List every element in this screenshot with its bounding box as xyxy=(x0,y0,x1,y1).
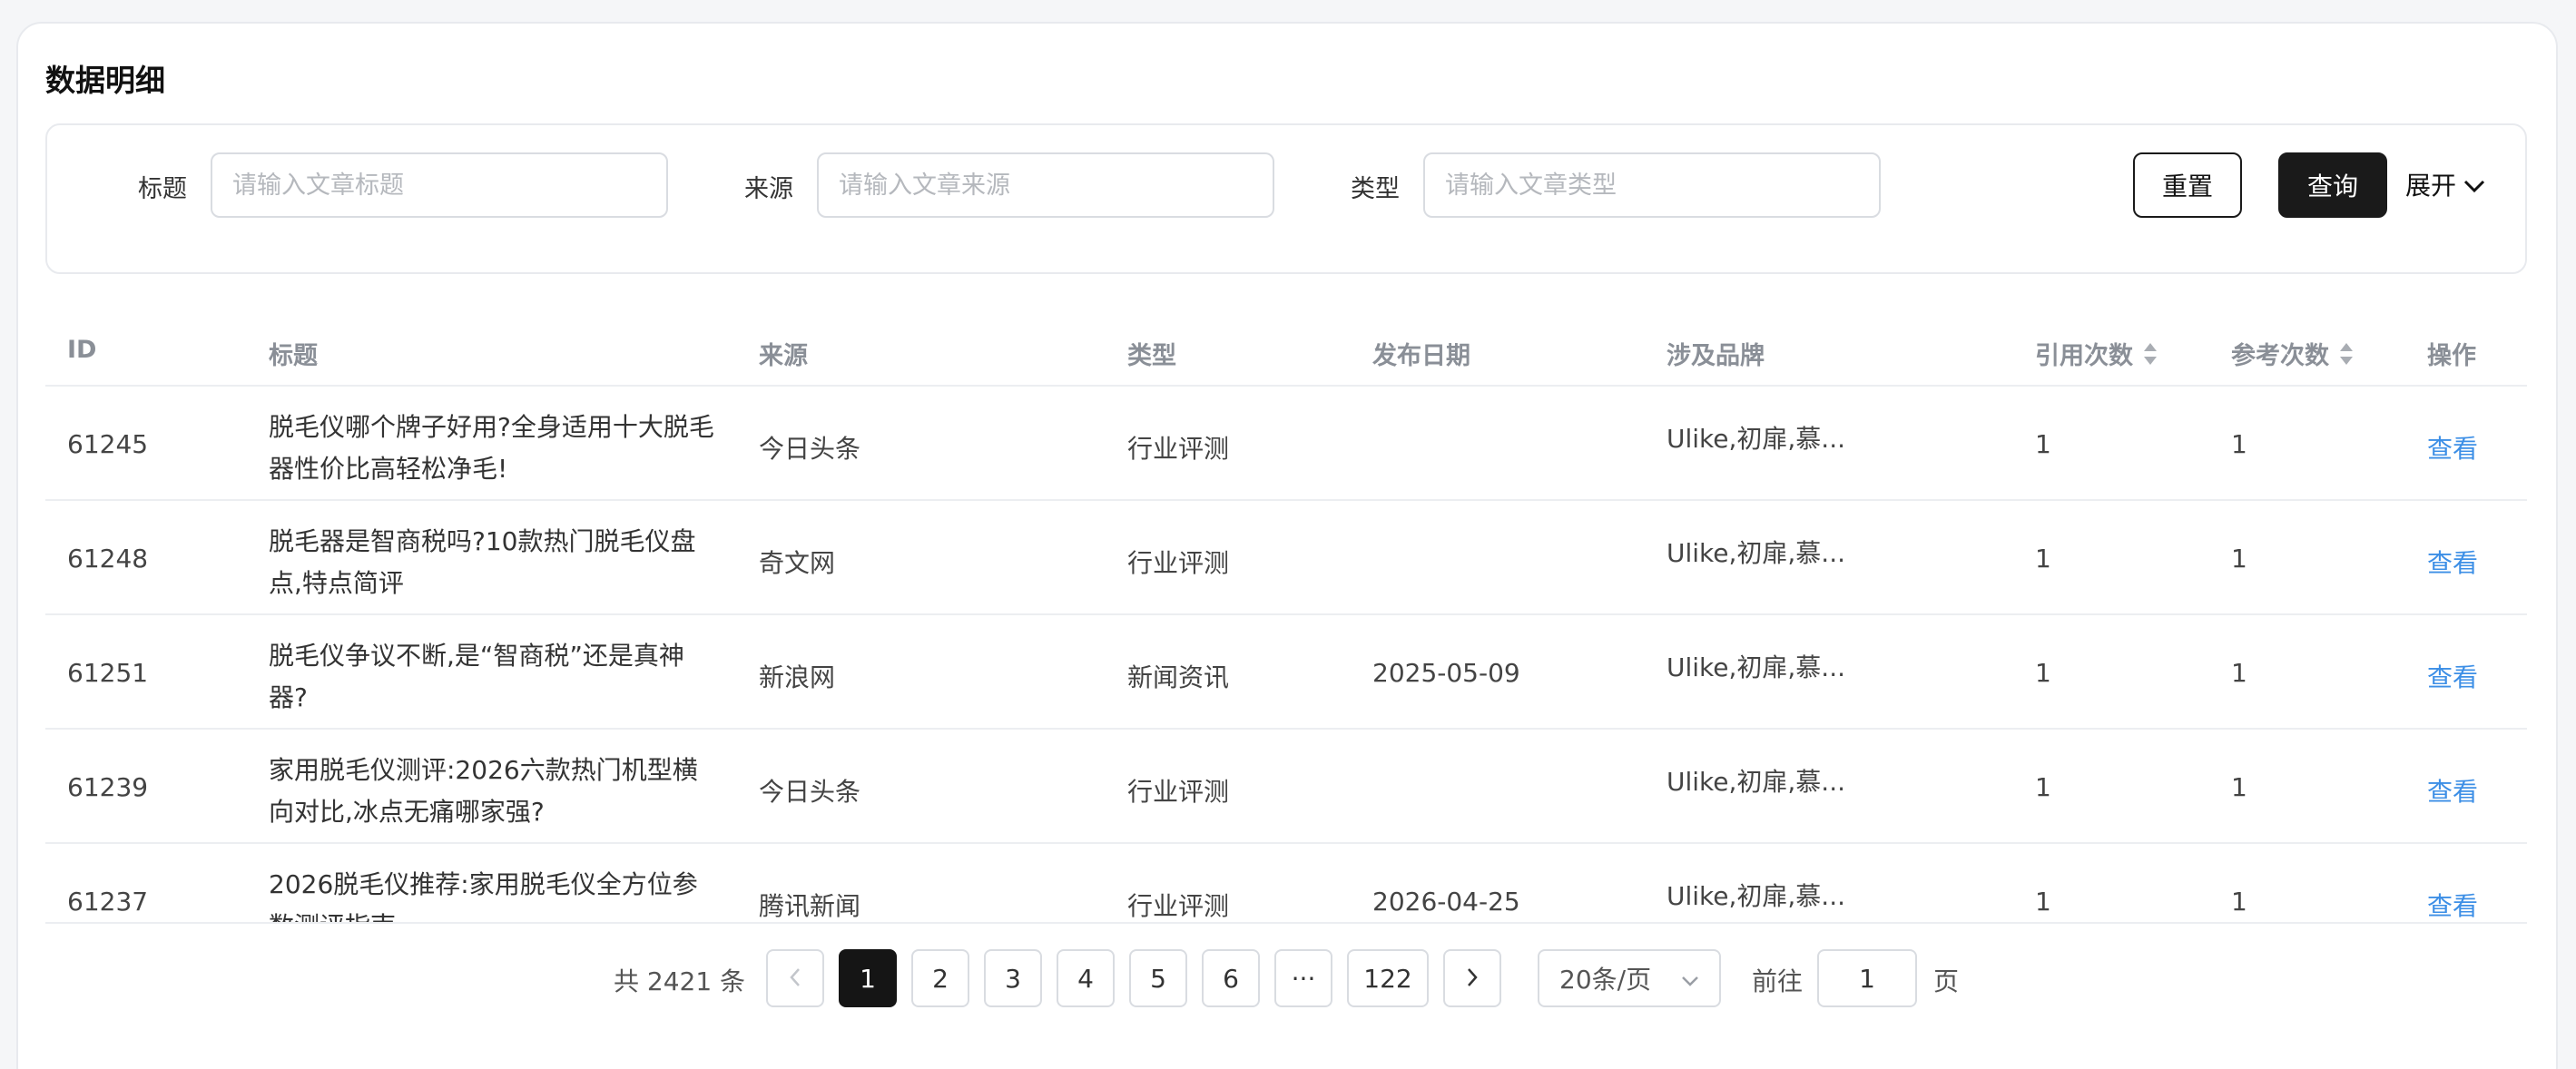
page-button-5[interactable]: 5 xyxy=(1129,949,1187,1007)
view-link[interactable]: 查看 xyxy=(2427,658,2478,694)
sort-icon[interactable] xyxy=(2338,341,2355,367)
next-page-button[interactable] xyxy=(1443,949,1501,1007)
column-header-source: 来源 xyxy=(759,342,808,370)
table-row: 61245 脱毛仪哪个牌子好用?全身适用十大脱毛器性价比高轻松净毛! 今日头条 … xyxy=(45,387,2527,501)
table-row: 61248 脱毛器是智商税吗?10款热门脱毛仪盘点,特点简评 奇文网 行业评测 … xyxy=(45,501,2527,615)
column-header-id: ID xyxy=(67,336,97,364)
page-unit-label: 页 xyxy=(1933,966,1960,996)
view-link[interactable]: 查看 xyxy=(2427,772,2478,809)
sort-icon[interactable] xyxy=(2142,341,2158,367)
cell-source: 新浪网 xyxy=(759,662,836,692)
cell-source: 今日头条 xyxy=(759,434,861,464)
page-button-1[interactable]: 1 xyxy=(839,949,897,1007)
cell-cite-count: 1 xyxy=(2035,772,2051,802)
prev-page-button[interactable] xyxy=(766,949,824,1007)
total-count: 共 2421 条 xyxy=(614,966,746,996)
cell-id: 61237 xyxy=(67,887,149,917)
cell-id: 61248 xyxy=(67,544,149,574)
cell-brands: Ulike,初扉,慕... xyxy=(1667,424,1845,454)
table-row: 61251 脱毛仪争议不断,是“智商税”还是真神器? 新浪网 新闻资讯 2025… xyxy=(45,615,2527,730)
cell-id: 61251 xyxy=(67,658,149,688)
cell-type: 行业评测 xyxy=(1127,434,1230,464)
table-bottom-divider xyxy=(45,922,2527,924)
page-size-value: 20条/页 xyxy=(1559,965,1652,995)
cell-brands: Ulike,初扉,慕... xyxy=(1667,538,1845,568)
cell-id: 61245 xyxy=(67,429,149,459)
cell-id: 61239 xyxy=(67,772,149,802)
column-header-ref-count[interactable]: 参考次数 xyxy=(2231,336,2355,371)
table-row: 61239 家用脱毛仪测评:2026六款热门机型横向对比,冰点无痛哪家强? 今日… xyxy=(45,730,2527,844)
goto-label: 前往 xyxy=(1752,966,1804,996)
cell-ref-count: 1 xyxy=(2231,429,2247,459)
chevron-right-icon xyxy=(1466,964,1479,994)
cell-brands: Ulike,初扉,慕... xyxy=(1667,652,1845,682)
column-header-type: 类型 xyxy=(1127,342,1176,370)
cell-cite-count: 1 xyxy=(2035,544,2051,574)
cell-brands: Ulike,初扉,慕... xyxy=(1667,881,1845,911)
page-button-3[interactable]: 3 xyxy=(984,949,1042,1007)
cell-cite-count: 1 xyxy=(2035,887,2051,917)
column-header-title: 标题 xyxy=(269,342,318,370)
cell-source: 今日头条 xyxy=(759,777,861,807)
cell-type: 行业评测 xyxy=(1127,548,1230,578)
goto-page-input[interactable] xyxy=(1817,949,1917,1007)
chevron-down-icon xyxy=(1681,964,1699,994)
view-link[interactable]: 查看 xyxy=(2427,429,2478,466)
cell-title: 家用脱毛仪测评:2026六款热门机型横向对比,冰点无痛哪家强? xyxy=(269,755,698,827)
view-link[interactable]: 查看 xyxy=(2427,887,2478,923)
cell-type: 新闻资讯 xyxy=(1127,662,1230,692)
cell-date: 2026-04-25 xyxy=(1372,887,1520,917)
data-table: ID 标题 来源 类型 发布日期 涉及品牌 引用次数 参考次数 操作 61245… xyxy=(0,0,2576,924)
cell-type: 行业评测 xyxy=(1127,891,1230,921)
page-button-2[interactable]: 2 xyxy=(911,949,969,1007)
column-header-brands: 涉及品牌 xyxy=(1667,342,1765,370)
table-row: 61237 2026脱毛仪推荐:家用脱毛仪全方位参数测评指南 腾讯新闻 行业评测… xyxy=(45,844,2527,924)
page-ellipsis-button[interactable]: ··· xyxy=(1274,949,1332,1007)
page-size-select[interactable]: 20条/页 xyxy=(1538,949,1721,1007)
view-link[interactable]: 查看 xyxy=(2427,544,2478,580)
cell-title: 2026脱毛仪推荐:家用脱毛仪全方位参数测评指南 xyxy=(269,869,698,924)
cell-source: 奇文网 xyxy=(759,548,836,578)
cell-ref-count: 1 xyxy=(2231,544,2247,574)
cell-type: 行业评测 xyxy=(1127,777,1230,807)
cell-date: 2025-05-09 xyxy=(1372,658,1520,688)
cell-ref-count: 1 xyxy=(2231,658,2247,688)
cell-title: 脱毛仪争议不断,是“智商税”还是真神器? xyxy=(269,641,684,712)
cell-cite-count: 1 xyxy=(2035,658,2051,688)
cell-brands: Ulike,初扉,慕... xyxy=(1667,767,1845,797)
column-header-cite-count[interactable]: 引用次数 xyxy=(2035,336,2158,371)
cell-cite-count: 1 xyxy=(2035,429,2051,459)
page-button-4[interactable]: 4 xyxy=(1057,949,1115,1007)
cell-source: 腾讯新闻 xyxy=(759,891,861,921)
page-button-last[interactable]: 122 xyxy=(1347,949,1429,1007)
cell-title: 脱毛器是智商税吗?10款热门脱毛仪盘点,特点简评 xyxy=(269,526,696,598)
column-header-date: 发布日期 xyxy=(1372,342,1470,370)
chevron-left-icon xyxy=(789,964,801,994)
cell-ref-count: 1 xyxy=(2231,772,2247,802)
cell-ref-count: 1 xyxy=(2231,887,2247,917)
cell-title: 脱毛仪哪个牌子好用?全身适用十大脱毛器性价比高轻松净毛! xyxy=(269,412,714,484)
page-button-6[interactable]: 6 xyxy=(1202,949,1260,1007)
column-header-actions: 操作 xyxy=(2427,342,2476,370)
